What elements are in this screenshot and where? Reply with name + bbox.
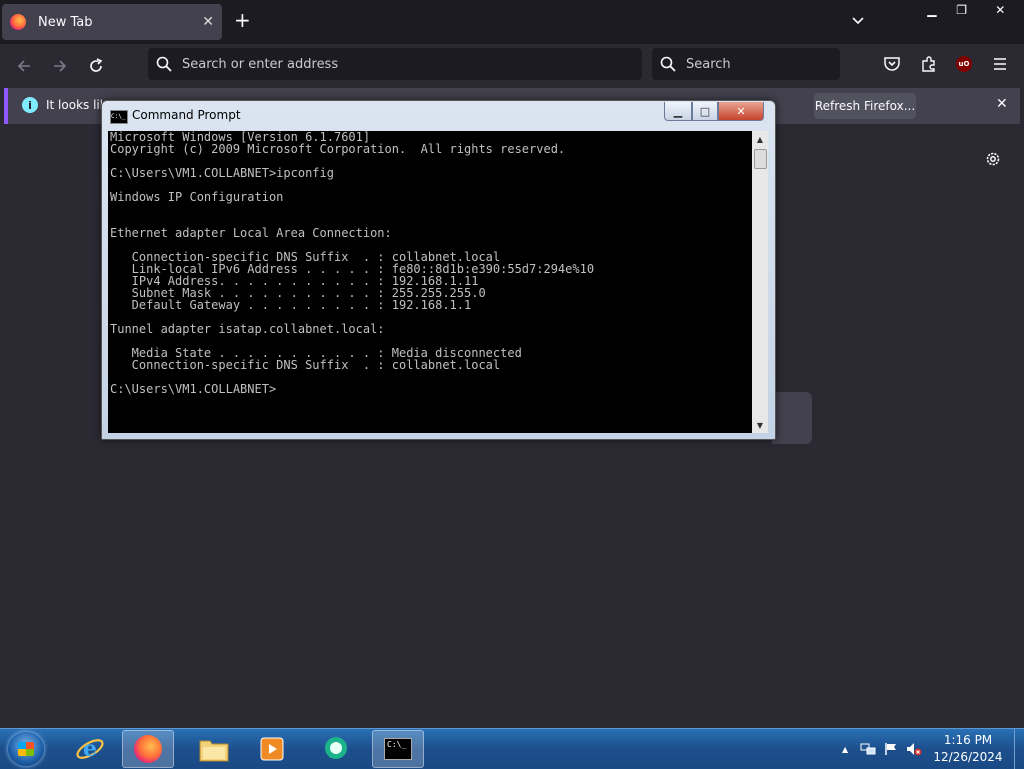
info-icon: i bbox=[22, 97, 38, 113]
internet-explorer-icon[interactable]: e bbox=[64, 730, 116, 768]
forward-arrow-icon[interactable] bbox=[50, 56, 70, 76]
show-desktop-button[interactable] bbox=[1014, 729, 1024, 769]
back-arrow-icon[interactable] bbox=[14, 56, 34, 76]
window-title: Command Prompt bbox=[132, 108, 241, 122]
tab-new-tab[interactable]: New Tab ✕ bbox=[2, 4, 222, 40]
gear-icon[interactable] bbox=[984, 150, 1002, 168]
windows-explorer-folder-icon[interactable] bbox=[188, 730, 240, 768]
refresh-firefox-button[interactable]: Refresh Firefox... bbox=[814, 93, 916, 119]
scroll-down-arrow-icon[interactable]: ▼ bbox=[752, 417, 768, 433]
windows-taskbar: e C:\_ ▲ 1:16 PM 12/26/2024 bbox=[0, 728, 1024, 769]
cmd-window-controls: ▁ □ ✕ bbox=[664, 102, 764, 121]
ublock-origin-icon[interactable]: uO bbox=[955, 55, 973, 73]
command-prompt-icon: C:\_ bbox=[110, 110, 128, 124]
console-output[interactable]: Microsoft Windows [Version 6.1.7601] Cop… bbox=[108, 131, 752, 433]
firefox-taskbar-icon[interactable] bbox=[122, 730, 174, 768]
url-bar[interactable] bbox=[148, 48, 642, 80]
svg-text:e: e bbox=[83, 736, 97, 762]
command-prompt-window[interactable]: C:\_ Command Prompt ▁ □ ✕ Microsoft Wind… bbox=[101, 100, 776, 440]
cmd-maximize-icon[interactable]: □ bbox=[692, 102, 718, 121]
command-prompt-taskbar-icon[interactable]: C:\_ bbox=[372, 730, 424, 768]
scroll-up-arrow-icon[interactable]: ▲ bbox=[752, 131, 768, 147]
system-tray: ▲ bbox=[842, 729, 922, 769]
restore-icon[interactable]: ❐ bbox=[947, 0, 977, 20]
search-input[interactable] bbox=[684, 55, 838, 73]
new-tab-content-panel bbox=[772, 392, 812, 444]
clock-date: 12/26/2024 bbox=[933, 750, 1003, 764]
action-center-flag-icon[interactable] bbox=[884, 742, 898, 756]
taskbar-clock[interactable]: 1:16 PM 12/26/2024 bbox=[928, 732, 1008, 766]
pocket-icon[interactable] bbox=[883, 55, 901, 73]
new-tab-button[interactable]: + bbox=[234, 10, 251, 30]
url-input[interactable] bbox=[180, 55, 624, 73]
firefox-icon bbox=[10, 14, 26, 30]
notification-message: It looks lik bbox=[46, 98, 107, 112]
window-close-icon[interactable]: ✕ bbox=[976, 0, 1024, 20]
list-all-tabs-chevron-icon[interactable] bbox=[850, 12, 866, 28]
console-text: Microsoft Windows [Version 6.1.7601] Cop… bbox=[110, 131, 595, 396]
window-controls: ▁ ❐ ✕ bbox=[917, 0, 1024, 20]
tab-title: New Tab bbox=[38, 14, 93, 30]
tab-strip: New Tab ✕ + ▁ ❐ ✕ bbox=[0, 0, 1024, 44]
windows-logo-icon bbox=[18, 742, 34, 756]
start-button[interactable] bbox=[8, 732, 44, 766]
scroll-thumb[interactable] bbox=[754, 149, 767, 169]
hamburger-menu-icon[interactable] bbox=[991, 55, 1009, 73]
show-hidden-icons-arrow-icon[interactable]: ▲ bbox=[842, 745, 848, 754]
volume-muted-icon[interactable] bbox=[906, 742, 922, 756]
search-icon bbox=[660, 56, 676, 72]
tab-close-icon[interactable]: ✕ bbox=[202, 14, 214, 30]
cmd-close-icon[interactable]: ✕ bbox=[718, 102, 764, 121]
media-player-icon[interactable] bbox=[246, 730, 298, 768]
chat-app-icon[interactable] bbox=[310, 730, 362, 768]
console-scrollbar[interactable]: ▲ ▼ bbox=[752, 131, 768, 433]
network-icon[interactable] bbox=[860, 742, 876, 756]
minimize-icon[interactable]: ▁ bbox=[917, 0, 947, 20]
search-bar[interactable] bbox=[652, 48, 840, 80]
search-icon bbox=[156, 56, 172, 72]
clock-time: 1:16 PM bbox=[943, 733, 993, 747]
extensions-puzzle-icon[interactable] bbox=[920, 55, 938, 73]
cmd-minimize-icon[interactable]: ▁ bbox=[664, 102, 692, 121]
reload-icon[interactable] bbox=[86, 56, 106, 76]
notification-close-icon[interactable]: ✕ bbox=[996, 96, 1008, 112]
